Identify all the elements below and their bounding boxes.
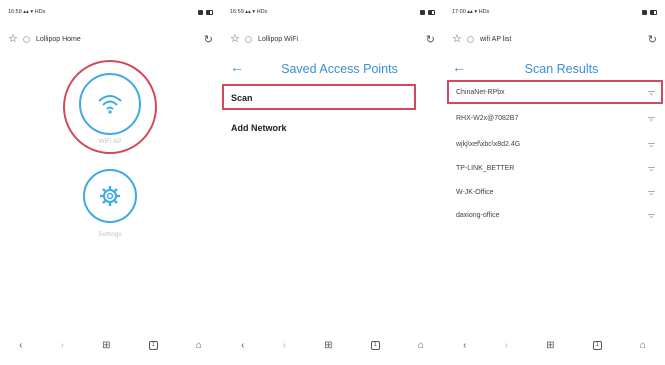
wifi-signal-icon: ᯤ (647, 163, 655, 173)
status-time: 17:00 (452, 9, 466, 15)
gear-icon (100, 186, 120, 206)
wifi-signal-icon: ᯤ (647, 187, 655, 197)
home-icon[interactable]: ⌂ (196, 340, 202, 351)
network-name: wjkj\xef\xbc\x8d2.4G (456, 140, 521, 148)
battery-icon (650, 9, 657, 15)
dnd-icon (642, 9, 647, 15)
saved-access-points-screen: 16:59 ▴▴ ▾ HDs ☆ Lollipop WiFi ↻ ← Saved… (222, 0, 443, 365)
address-bar[interactable]: ☆ Lollipop Home ↻ (8, 30, 213, 48)
address-bar[interactable]: ☆ wifi AP list ↻ (452, 30, 657, 48)
status-time: 16:59 (8, 9, 22, 15)
back-nav-icon[interactable]: ‹ (463, 340, 466, 351)
home-icon[interactable]: ⌂ (418, 340, 424, 351)
signal-icon: ▴▴ ▾ (467, 9, 478, 15)
network-name: daxiong-office (456, 211, 500, 219)
tabs-icon[interactable]: 1 (148, 340, 158, 350)
grid-menu-icon[interactable]: ⊞ (102, 340, 110, 351)
reload-icon[interactable]: ↻ (204, 33, 213, 46)
battery-icon (206, 9, 213, 15)
bottom-nav: ‹ › ⊞ 1 ⌂ (444, 338, 665, 352)
reload-icon[interactable]: ↻ (426, 33, 435, 46)
network-name: ChinaNet-RPbx (456, 88, 505, 96)
network-name: W-JK-Office (456, 188, 494, 196)
network-row[interactable]: W-JK-Office ᯤ (456, 185, 655, 199)
settings-button[interactable] (83, 169, 137, 223)
page-title: Saved Access Points (281, 62, 398, 76)
bookmark-star-icon[interactable]: ☆ (230, 33, 242, 45)
network-row[interactable]: RHX-W2x@7082B7 ᯤ (456, 111, 655, 125)
network-name: TP-LINK_BETTER (456, 164, 515, 172)
site-info-icon[interactable] (23, 35, 30, 43)
network-name: RHX-W2x@7082B7 (456, 114, 519, 122)
forward-nav-icon[interactable]: › (283, 340, 286, 351)
url-text: Lollipop WiFi (258, 35, 299, 43)
back-nav-icon[interactable]: ‹ (241, 340, 244, 351)
home-icon[interactable]: ⌂ (640, 340, 646, 351)
wifi-ap-button[interactable] (79, 73, 141, 135)
status-network: HDs (34, 9, 46, 15)
network-row[interactable]: ChinaNet-RPbx ᯤ (456, 85, 655, 99)
wifi-signal-icon: ᯤ (647, 139, 655, 149)
network-row[interactable]: wjkj\xef\xbc\x8d2.4G ᯤ (456, 137, 655, 151)
wifi-signal-icon: ᯤ (647, 113, 655, 123)
grid-menu-icon[interactable]: ⊞ (546, 340, 554, 351)
tabs-icon[interactable]: 1 (370, 340, 380, 350)
page-title: Scan Results (524, 62, 599, 76)
bookmark-star-icon[interactable]: ☆ (452, 33, 464, 45)
wifi-signal-icon: ᯤ (647, 87, 655, 97)
reload-icon[interactable]: ↻ (648, 33, 657, 46)
signal-icon: ▴▴ ▾ (23, 9, 34, 15)
home-screen: 16:59 ▴▴ ▾ HDs ☆ Lollipop Home ↻ WiFi AP (0, 0, 221, 365)
address-bar[interactable]: ☆ Lollipop WiFi ↻ (230, 30, 435, 48)
signal-icon: ▴▴ ▾ (245, 9, 256, 15)
battery-icon (428, 9, 435, 15)
scan-results-screen: 17:00 ▴▴ ▾ HDs ☆ wifi AP list ↻ ← Scan R… (444, 0, 665, 365)
scan-menu-item[interactable]: Scan (231, 93, 253, 103)
wifi-signal-icon: ᯤ (647, 210, 655, 220)
url-text: wifi AP list (480, 35, 512, 43)
network-row[interactable]: TP-LINK_BETTER ᯤ (456, 161, 655, 175)
tabs-icon[interactable]: 1 (592, 340, 602, 350)
dnd-icon (420, 9, 425, 15)
add-network-menu-item[interactable]: Add Network (231, 123, 287, 133)
forward-nav-icon[interactable]: › (505, 340, 508, 351)
status-bar: 16:59 ▴▴ ▾ HDs (230, 7, 435, 17)
three-phone-screens: 16:59 ▴▴ ▾ HDs ☆ Lollipop Home ↻ WiFi AP (0, 0, 665, 365)
bookmark-star-icon[interactable]: ☆ (8, 33, 20, 45)
status-network: HDs (256, 9, 268, 15)
forward-nav-icon[interactable]: › (61, 340, 64, 351)
site-info-icon[interactable] (467, 35, 474, 43)
bottom-nav: ‹ › ⊞ 1 ⌂ (0, 338, 221, 352)
dnd-icon (198, 9, 203, 15)
status-bar: 17:00 ▴▴ ▾ HDs (452, 7, 657, 17)
bottom-nav: ‹ › ⊞ 1 ⌂ (222, 338, 443, 352)
back-nav-icon[interactable]: ‹ (19, 340, 22, 351)
settings-label: Settings (98, 231, 122, 238)
url-text: Lollipop Home (36, 35, 81, 43)
status-network: HDs (478, 9, 490, 15)
status-bar: 16:59 ▴▴ ▾ HDs (8, 7, 213, 17)
site-info-icon[interactable] (245, 35, 252, 43)
wifi-icon (98, 95, 122, 114)
network-row[interactable]: daxiong-office ᯤ (456, 208, 655, 222)
grid-menu-icon[interactable]: ⊞ (324, 340, 332, 351)
wifi-ap-label: WiFi AP (98, 138, 122, 145)
status-time: 16:59 (230, 9, 244, 15)
